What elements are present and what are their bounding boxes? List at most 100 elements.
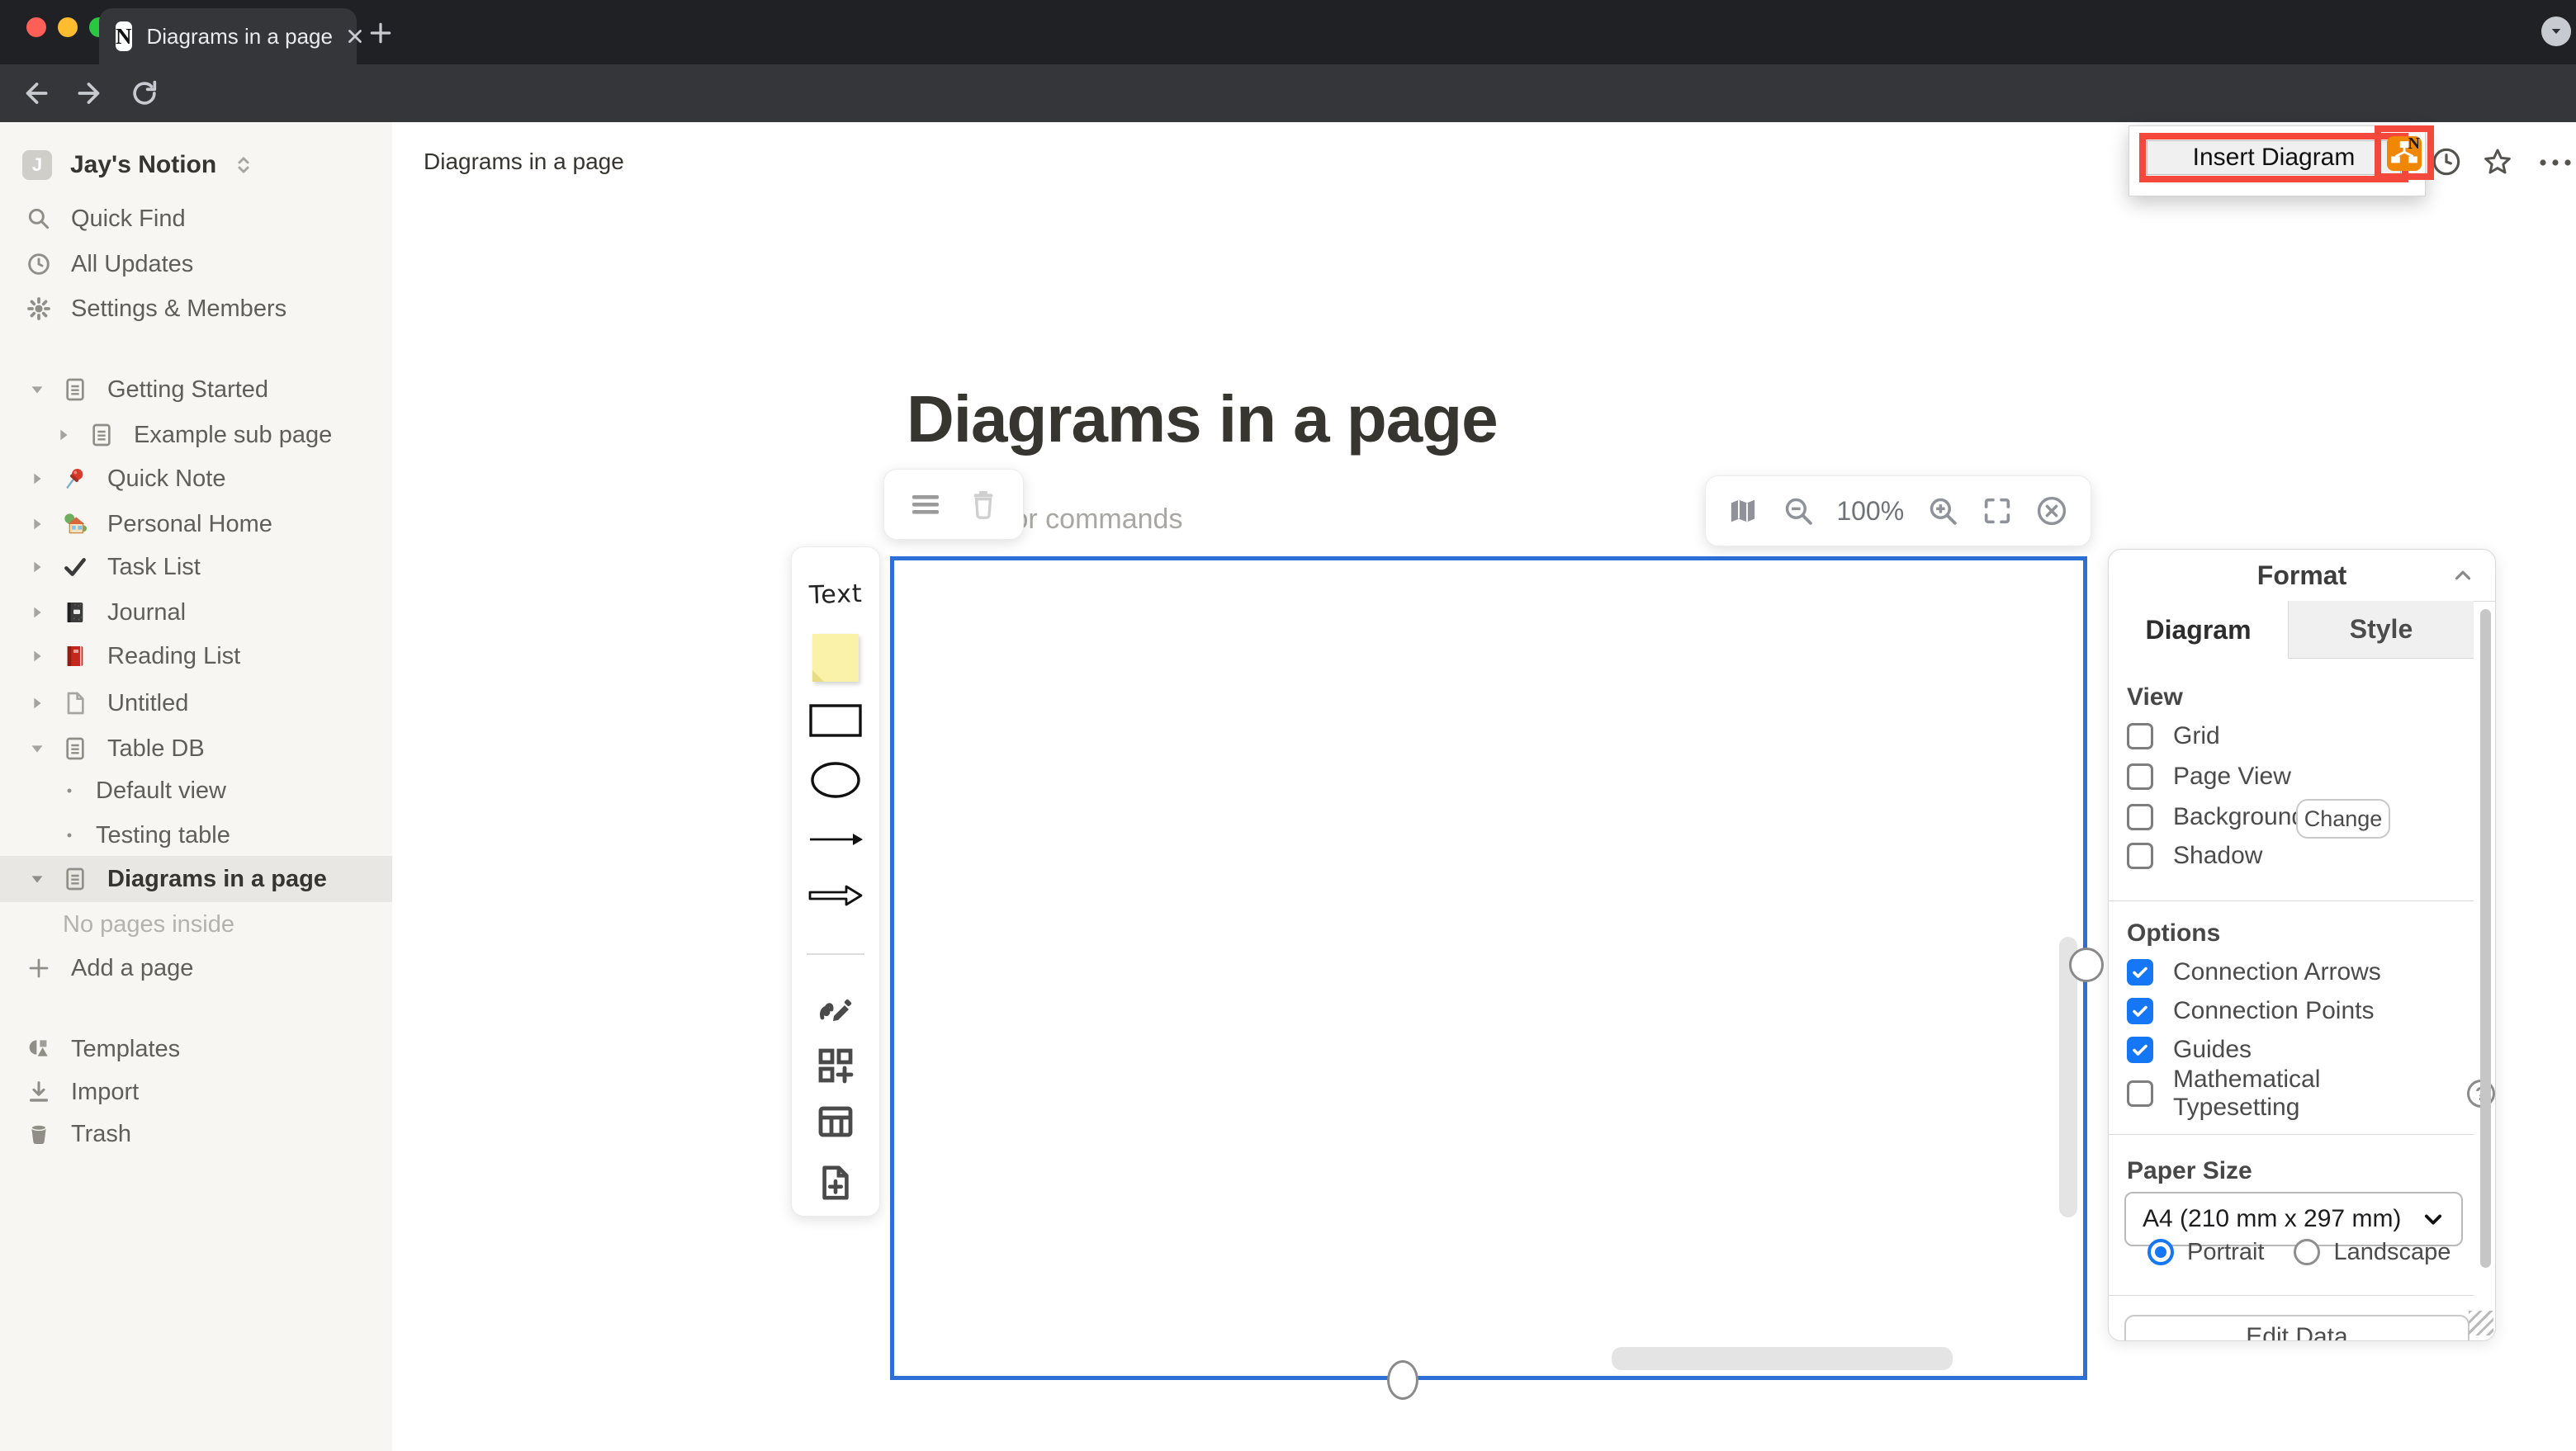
guides-option[interactable]: Guides [2127, 1030, 2252, 1070]
collapse-triangle-icon[interactable] [25, 380, 50, 399]
landscape-radio[interactable] [2294, 1239, 2320, 1265]
sidebar-page-getting-started[interactable]: Getting Started [0, 367, 392, 412]
panel-resize-grip[interactable] [2469, 1311, 2493, 1335]
page-more-ellipsis-icon[interactable] [2537, 154, 2574, 172]
sidebar-item-templates[interactable]: Templates [0, 1027, 392, 1071]
collapse-triangle-icon[interactable] [25, 740, 50, 758]
sidebar-view-testing-table[interactable]: Testing table [0, 813, 392, 858]
palette-rectangle-tool[interactable] [792, 697, 879, 744]
canvas-horizontal-scrollbar[interactable] [1612, 1347, 1953, 1370]
insert-diagram-button[interactable]: Insert Diagram [2147, 140, 2401, 175]
drawio-extension-icon[interactable]: N [2387, 136, 2422, 171]
collapse-triangle-icon[interactable] [25, 870, 50, 888]
math-typesetting-checkbox[interactable] [2127, 1080, 2153, 1107]
expand-triangle-icon[interactable] [25, 694, 50, 712]
connection-points-checkbox[interactable] [2127, 998, 2153, 1024]
connection-arrows-option[interactable]: Connection Arrows [2127, 952, 2381, 992]
sidebar-page-task-list[interactable]: Task List [0, 545, 392, 589]
delete-trash-icon[interactable] [969, 489, 997, 520]
fullscreen-icon[interactable] [1981, 494, 2014, 527]
breadcrumb[interactable]: Diagrams in a page [424, 149, 624, 175]
window-close-button[interactable] [26, 17, 46, 37]
sidebar-page-diagrams-in-a-page[interactable]: Diagrams in a page [0, 856, 392, 902]
collapse-chevron-icon[interactable] [2451, 563, 2475, 588]
sidebar-page-reading-list[interactable]: Reading List [0, 634, 392, 678]
tab-search-button[interactable] [2541, 17, 2571, 46]
page-favorite-star-icon[interactable] [2481, 145, 2514, 178]
grid-option[interactable]: Grid [2127, 716, 2220, 756]
palette-ellipse-tool[interactable] [792, 755, 879, 805]
palette-note-tool[interactable] [792, 633, 879, 683]
diagram-canvas[interactable] [890, 556, 2087, 1380]
browser-tab[interactable]: N Diagrams in a page [99, 8, 357, 64]
palette-table-tool[interactable] [792, 1100, 879, 1143]
sidebar-page-example-sub-page[interactable]: Example sub page [0, 413, 392, 457]
guides-checkbox[interactable] [2127, 1037, 2153, 1063]
palette-block-arrow-tool[interactable] [792, 877, 879, 914]
sidebar-page-journal[interactable]: Journal [0, 590, 392, 635]
background-option[interactable]: Background [2127, 797, 2305, 837]
sidebar-item-quick-find[interactable]: Quick Find [0, 196, 392, 241]
zoom-in-icon[interactable] [1925, 494, 1960, 528]
window-minimize-button[interactable] [58, 17, 78, 37]
grid-checkbox[interactable] [2127, 723, 2153, 749]
sidebar-add-a-page[interactable]: Add a page [0, 946, 392, 990]
sidebar-view-default-view[interactable]: Default view [0, 768, 392, 813]
landscape-label: Landscape [2333, 1239, 2451, 1266]
expand-triangle-icon[interactable] [25, 515, 50, 533]
expand-triangle-icon[interactable] [25, 558, 50, 576]
sidebar-page-quick-note[interactable]: Quick Note [0, 456, 392, 501]
palette-freehand-tool[interactable] [792, 988, 879, 1031]
sidebar-item-settings[interactable]: Settings & Members [0, 286, 392, 331]
background-checkbox[interactable] [2127, 804, 2153, 830]
canvas-vertical-scrollbar[interactable] [2059, 937, 2077, 1217]
canvas-resize-handle-bottom[interactable] [1387, 1360, 1418, 1400]
reload-icon[interactable] [129, 78, 160, 109]
change-background-button[interactable]: Change [2296, 799, 2390, 839]
connection-arrows-label: Connection Arrows [2173, 958, 2381, 986]
connection-points-option[interactable]: Connection Points [2127, 991, 2375, 1031]
portrait-radio[interactable] [2147, 1239, 2174, 1265]
palette-more-shapes-tool[interactable] [792, 1044, 879, 1087]
zoom-out-icon[interactable] [1781, 494, 1816, 528]
shadow-checkbox[interactable] [2127, 843, 2153, 869]
close-diagram-icon[interactable] [2034, 494, 2069, 528]
house-icon [61, 510, 89, 538]
connection-points-label: Connection Points [2173, 997, 2375, 1025]
diagram-zoom-toolbar: 100% [1705, 475, 2091, 546]
panel-scrollbar[interactable] [2480, 609, 2491, 1268]
edit-data-button[interactable]: Edit Data [2124, 1315, 2469, 1341]
zoom-level[interactable]: 100% [1836, 496, 1904, 527]
drag-menu-icon[interactable] [910, 492, 941, 517]
tab-style[interactable]: Style [2288, 601, 2474, 659]
sidebar-item-import[interactable]: Import [0, 1070, 392, 1114]
palette-insert-page-tool[interactable] [792, 1161, 879, 1204]
connection-arrows-checkbox[interactable] [2127, 959, 2153, 985]
page-view-option[interactable]: Page View [2127, 757, 2291, 796]
sidebar-page-table-db[interactable]: Table DB [0, 726, 392, 771]
expand-triangle-icon[interactable] [25, 603, 50, 622]
expand-triangle-icon[interactable] [25, 470, 50, 488]
math-typesetting-option[interactable]: Mathematical Typesetting ? [2127, 1074, 2495, 1113]
page-title[interactable]: Diagrams in a page [907, 381, 1498, 457]
sidebar-item-trash[interactable]: Trash [0, 1112, 392, 1156]
expand-triangle-icon[interactable] [25, 647, 50, 665]
palette-arrow-tool[interactable] [792, 823, 879, 856]
sidebar-page-untitled[interactable]: Untitled [0, 681, 392, 726]
sidebar-item-all-updates[interactable]: All Updates [0, 242, 392, 286]
new-tab-button[interactable] [367, 20, 394, 46]
sidebar-page-personal-home[interactable]: Personal Home [0, 502, 392, 546]
workspace-switcher[interactable]: J Jay's Notion [0, 139, 392, 191]
tab-close-icon[interactable] [344, 26, 366, 47]
forward-icon[interactable] [74, 78, 106, 109]
format-panel-header: Format [2109, 550, 2495, 602]
back-icon[interactable] [20, 78, 51, 109]
palette-text-tool[interactable]: Text [792, 576, 879, 612]
shadow-option[interactable]: Shadow [2127, 836, 2262, 876]
minimap-icon[interactable] [1726, 494, 1759, 527]
canvas-resize-handle-right[interactable] [2069, 948, 2104, 982]
page-view-checkbox[interactable] [2127, 763, 2153, 790]
expand-triangle-icon[interactable] [51, 426, 76, 444]
tab-diagram[interactable]: Diagram [2109, 601, 2288, 659]
page-updates-clock-icon[interactable] [2430, 145, 2463, 178]
